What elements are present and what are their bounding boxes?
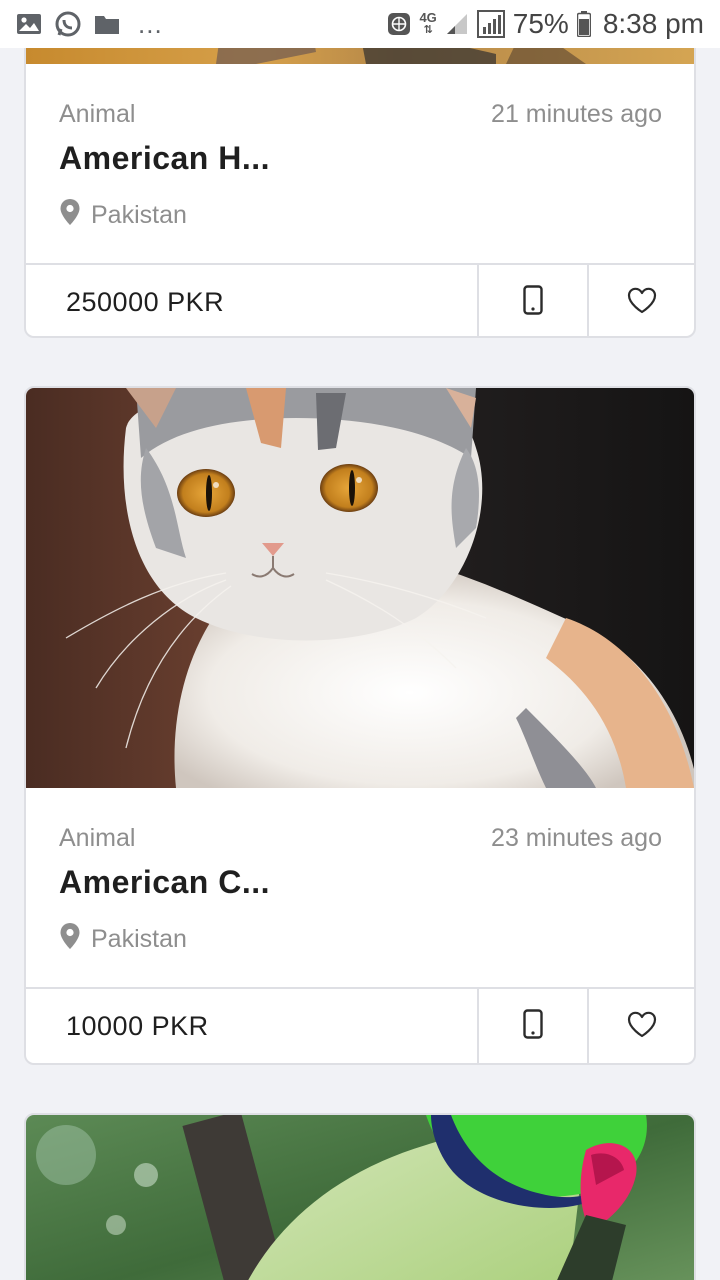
listing-image[interactable] xyxy=(26,388,694,788)
listing-details[interactable]: Animal 23 minutes ago American C... Paki… xyxy=(26,788,694,987)
signal-strength-secondary-icon xyxy=(476,10,505,38)
call-seller-button[interactable] xyxy=(477,989,587,1063)
clock: 8:38 pm xyxy=(602,8,704,39)
listing-title[interactable]: American H... xyxy=(59,140,270,177)
heart-icon xyxy=(627,287,657,319)
network-type-4g-icon: 4G ⇅ xyxy=(419,10,437,36)
battery-icon xyxy=(576,11,591,37)
listing-location: Pakistan xyxy=(59,198,187,233)
listing-location: Pakistan xyxy=(59,922,187,957)
phone-icon xyxy=(523,1009,543,1044)
listing-footer: 10000 PKR xyxy=(26,987,694,1063)
folder-notification-icon xyxy=(94,13,120,35)
phone-icon xyxy=(523,285,543,320)
favorite-button[interactable] xyxy=(587,265,694,336)
listing-time-ago: 23 minutes ago xyxy=(491,824,662,852)
listing-image[interactable] xyxy=(26,1115,694,1280)
whatsapp-notification-icon xyxy=(54,10,82,38)
status-bar: ... 4G ⇅ 75% 8:38 pm xyxy=(0,0,720,48)
listing-details[interactable]: Animal 21 minutes ago American H... Paki… xyxy=(26,64,694,263)
listing-footer: 250000 PKR xyxy=(26,263,694,336)
battery-percentage: 75% xyxy=(512,8,569,39)
more-notifications-indicator: ... xyxy=(138,8,163,39)
listing-time-ago: 21 minutes ago xyxy=(491,100,662,128)
signal-strength-icon xyxy=(445,12,469,36)
listing-card[interactable] xyxy=(24,1113,696,1280)
location-pin-icon xyxy=(59,922,81,957)
listing-location-text: Pakistan xyxy=(91,201,187,229)
listing-category: Animal xyxy=(59,100,136,128)
listing-title[interactable]: American C... xyxy=(59,864,270,901)
gallery-notification-icon xyxy=(16,12,42,36)
listing-card[interactable]: Animal 23 minutes ago American C... Paki… xyxy=(24,386,696,1065)
favorite-button[interactable] xyxy=(587,989,694,1063)
listing-price: 250000 PKR xyxy=(66,287,225,317)
listing-card[interactable]: Animal 21 minutes ago American H... Paki… xyxy=(24,0,696,338)
call-seller-button[interactable] xyxy=(477,265,587,336)
listing-category: Animal xyxy=(59,824,136,852)
listing-price: 10000 PKR xyxy=(66,1011,209,1041)
location-pin-icon xyxy=(59,198,81,233)
heart-icon xyxy=(627,1011,657,1043)
listing-location-text: Pakistan xyxy=(91,925,187,953)
vpn-globe-icon xyxy=(387,12,411,36)
